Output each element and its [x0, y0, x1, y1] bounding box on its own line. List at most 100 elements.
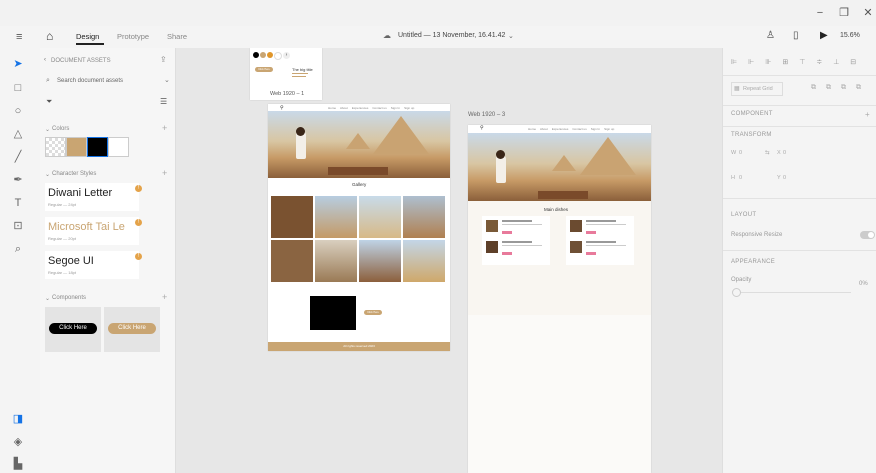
divider	[723, 250, 876, 251]
char-style-item[interactable]: Microsoft Tai Le Regular — 20pt !	[45, 217, 142, 245]
char-style-meta: Regular — 24pt	[48, 202, 77, 207]
top-bar: − ❐ ✕ ≡ ⌂ Design Prototype Share ☁ Untit…	[0, 0, 876, 49]
color-swatch-white[interactable]	[108, 137, 129, 157]
mini-divider	[292, 76, 306, 77]
zoom-tool-icon[interactable]: ⌕	[10, 241, 26, 257]
artboard-web-1920-3[interactable]: ⚲ Home About Experiences Contact us Sign…	[468, 125, 651, 473]
add-color-icon[interactable]: +	[162, 123, 167, 133]
logo-icon: ⚲	[480, 125, 484, 131]
distribute-icon[interactable]: ⊞	[782, 58, 788, 66]
colors-section-chevron-icon[interactable]: ⌄	[45, 126, 50, 133]
tab-design[interactable]: Design	[76, 32, 99, 41]
width-field[interactable]: 0	[739, 150, 742, 156]
artboard-tool-icon[interactable]: ⊡	[10, 218, 26, 234]
align-middle-icon[interactable]: ≑	[816, 58, 822, 66]
link-proportions-icon[interactable]: ⇆	[765, 150, 770, 156]
align-bottom-icon[interactable]: ⊥	[833, 58, 839, 66]
tab-prototype[interactable]: Prototype	[117, 32, 149, 41]
play-icon[interactable]: ▶	[820, 30, 828, 41]
distribute-v-icon[interactable]: ⊟	[850, 58, 856, 66]
zoom-level[interactable]: 15.6%	[840, 32, 860, 39]
char-styles-chevron-icon[interactable]: ⌄	[45, 171, 50, 178]
align-left-icon[interactable]: ⊫	[731, 58, 737, 66]
nav-link: Contact us	[572, 127, 587, 131]
align-top-icon[interactable]: ⊤	[799, 58, 805, 66]
intersect-shape-icon[interactable]: ⧉	[841, 84, 846, 92]
device-preview-icon[interactable]: ▯	[793, 30, 799, 41]
opacity-slider-handle[interactable]	[732, 288, 741, 297]
ellipse-tool-icon[interactable]: ○	[10, 103, 26, 119]
line-tool-icon[interactable]: ╱	[10, 149, 26, 165]
opacity-slider-track[interactable]	[741, 292, 851, 293]
search-options-chevron-icon[interactable]: ⌄	[164, 76, 170, 84]
opacity-value[interactable]: 0%	[859, 281, 868, 287]
missing-font-warning-icon: !	[135, 253, 142, 260]
document-title[interactable]: Untitled — 13 November, 16.41.42	[398, 32, 505, 39]
add-component-icon[interactable]: +	[162, 292, 167, 302]
gallery-image	[315, 196, 357, 238]
search-input[interactable]: Search document assets	[57, 78, 123, 84]
rectangle-tool-icon[interactable]: □	[10, 80, 26, 96]
minimize-button[interactable]: −	[808, 6, 832, 20]
align-right-icon[interactable]: ⊪	[765, 58, 771, 66]
add-shape-icon[interactable]: ⧉	[811, 84, 816, 92]
components-chevron-icon[interactable]: ⌄	[45, 295, 50, 302]
nav-link: Contact us	[372, 106, 387, 110]
nav-link: Sign In	[390, 106, 401, 110]
y-field[interactable]: 0	[783, 175, 786, 181]
export-icon[interactable]: ⇪	[160, 55, 167, 64]
nav-link: About	[340, 106, 348, 110]
color-swatch-gold[interactable]	[66, 137, 87, 157]
char-style-meta: Regular — 18pt	[48, 270, 77, 275]
document-assets-panel: ‹ DOCUMENT ASSETS ⇪ ⌕ Search document as…	[40, 48, 176, 473]
responsive-resize-toggle[interactable]	[860, 231, 875, 239]
select-tool-icon[interactable]: ➤	[10, 56, 26, 72]
list-view-icon[interactable]: ☰	[160, 97, 167, 106]
tab-share[interactable]: Share	[167, 32, 187, 41]
component-tile[interactable]: Click Here	[104, 307, 160, 352]
add-component-state-icon[interactable]: +	[865, 110, 870, 119]
components-section-title: Components	[52, 295, 87, 301]
polygon-tool-icon[interactable]: △	[10, 126, 26, 142]
nav-link: Sign up	[604, 127, 615, 131]
align-center-icon[interactable]: ⊩	[748, 58, 754, 66]
char-style-item[interactable]: Segoe UI Regular — 18pt !	[45, 251, 142, 279]
opacity-label: Opacity	[731, 277, 752, 283]
component-tile[interactable]: Click Here	[45, 307, 101, 352]
text-tool-icon[interactable]: T	[10, 195, 26, 211]
home-icon[interactable]: ⌂	[46, 29, 53, 43]
filter-icon[interactable]: ⏷	[46, 97, 52, 107]
char-style-meta: Regular — 20pt	[48, 236, 77, 241]
subtract-shape-icon[interactable]: ⧉	[826, 84, 831, 92]
divider	[723, 198, 876, 199]
dish-text-line	[586, 220, 616, 222]
gallery-image	[315, 240, 357, 282]
restore-button[interactable]: ❐	[832, 6, 856, 20]
exclude-shape-icon[interactable]: ⧉	[856, 84, 861, 92]
char-style-item[interactable]: Diwani Letter Regular — 24pt !	[45, 183, 142, 211]
design-canvas[interactable]: › Click Here The big title Web 1920 – 1 …	[176, 48, 722, 473]
color-swatch-black[interactable]	[87, 137, 108, 157]
pen-tool-icon[interactable]: ✒	[10, 172, 26, 188]
board2-nav: Home About Experiences Contact us Sign I…	[528, 127, 646, 131]
dish-text-line	[502, 220, 532, 222]
artboard-web-1920-2[interactable]: ⚲ Home About Experiences Contact us Sign…	[268, 104, 450, 351]
artboard-web-1920-1[interactable]: › Click Here The big title Web 1920 – 1	[250, 48, 322, 100]
hamburger-menu-icon[interactable]: ≡	[16, 31, 22, 43]
color-swatch-transparent[interactable]	[45, 137, 66, 157]
chevron-down-icon[interactable]: ⌄	[508, 32, 514, 40]
x-field[interactable]: 0	[783, 150, 786, 156]
pyramid-shape	[373, 116, 429, 154]
layers-icon[interactable]: ◈	[10, 434, 26, 450]
assets-panel-icon[interactable]: ◨	[10, 411, 26, 427]
pyramid-shape	[552, 155, 576, 171]
add-char-style-icon[interactable]: +	[162, 168, 167, 178]
user-icon[interactable]: ♙	[766, 30, 775, 41]
repeat-grid-button[interactable]: ▦ Repeat Grid	[731, 82, 783, 96]
plugins-icon[interactable]: ▙	[10, 456, 26, 472]
back-chevron-icon[interactable]: ‹	[44, 57, 46, 63]
height-field[interactable]: 0	[739, 175, 742, 181]
close-button[interactable]: ✕	[856, 6, 876, 20]
dish-image	[570, 220, 582, 232]
color-dot	[253, 52, 259, 58]
